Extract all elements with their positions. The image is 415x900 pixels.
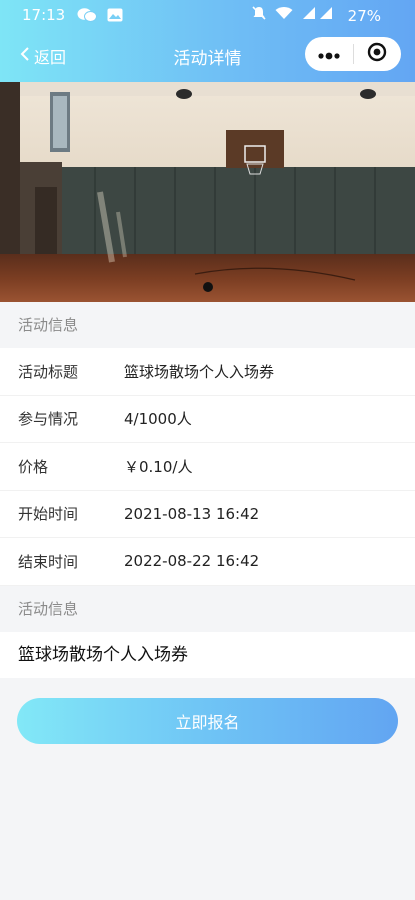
detail-value: 4/1000人 <box>124 410 192 429</box>
detail-value: 2022-08-22 16:42 <box>124 552 260 571</box>
record-icon <box>367 42 387 66</box>
gallery-icon <box>107 8 123 22</box>
status-time: 17:13 <box>22 6 66 24</box>
battery-level: 27% <box>347 7 381 25</box>
detail-label: 结束时间 <box>18 552 79 571</box>
more-icon <box>317 45 341 64</box>
detail-label: 价格 <box>18 457 49 476</box>
close-mini-program-button[interactable] <box>353 37 401 71</box>
wechat-icon <box>77 7 98 23</box>
detail-list: 活动标题 篮球场散场个人入场券 参与情况 4/1000人 价格 ￥0.10/人 … <box>0 348 415 586</box>
nav-bar: 返回 活动详情 <box>0 30 415 82</box>
detail-value: 篮球场散场个人入场券 <box>124 362 275 381</box>
wifi-icon <box>275 6 293 24</box>
more-button[interactable] <box>305 37 353 71</box>
carousel-indicator[interactable] <box>203 282 213 292</box>
detail-label: 参与情况 <box>18 410 79 429</box>
detail-row-title: 活动标题 篮球场散场个人入场券 <box>0 348 415 396</box>
detail-row-end-time: 结束时间 2022-08-22 16:42 <box>0 538 415 586</box>
top-bar: 17:13 27% 返回 活动详情 <box>0 0 415 82</box>
detail-value: 2021-08-13 16:42 <box>124 504 260 523</box>
detail-label: 开始时间 <box>18 505 79 524</box>
mute-icon <box>251 5 267 25</box>
activity-info: 活动信息 活动标题 篮球场散场个人入场券 参与情况 4/1000人 价格 ￥0.… <box>0 302 415 678</box>
status-bar: 17:13 27% <box>0 0 415 30</box>
section-title-description: 活动信息 <box>0 585 415 632</box>
activity-description: 篮球场散场个人入场券 <box>0 631 415 678</box>
detail-row-price: 价格 ￥0.10/人 <box>0 443 415 491</box>
signup-button[interactable]: 立即报名 <box>17 698 398 744</box>
detail-label: 活动标题 <box>18 362 79 381</box>
detail-row-start-time: 开始时间 2021-08-13 16:42 <box>0 491 415 538</box>
detail-value: ￥0.10/人 <box>124 457 193 476</box>
capsule-menu <box>305 37 401 71</box>
signal-icon <box>301 6 335 24</box>
activity-banner-image[interactable] <box>0 82 415 302</box>
detail-row-participation: 参与情况 4/1000人 <box>0 396 415 443</box>
section-title-info: 活动信息 <box>0 302 415 348</box>
